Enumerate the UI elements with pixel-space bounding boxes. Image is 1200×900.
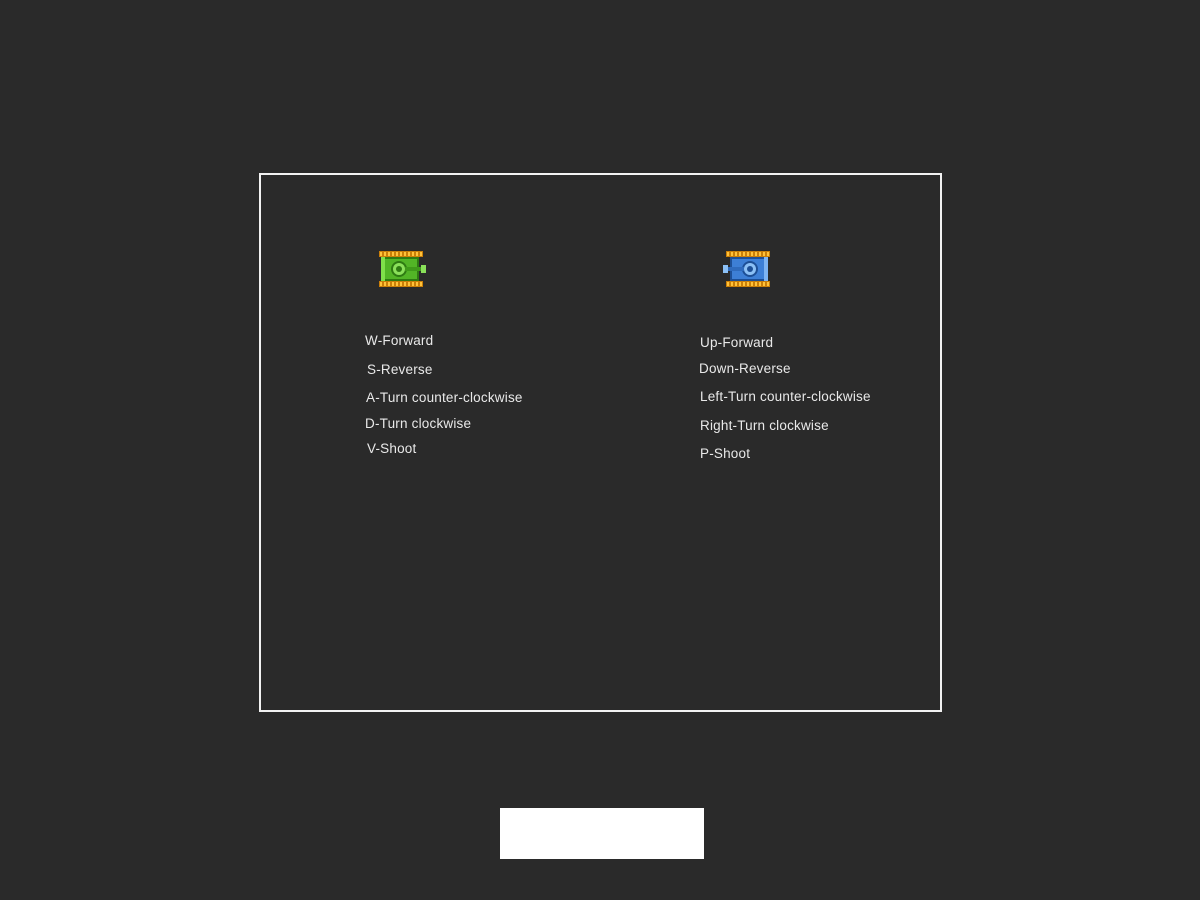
player1-control-reverse: S-Reverse xyxy=(367,362,433,377)
player2-control-shoot: P-Shoot xyxy=(700,446,751,461)
player1-control-forward: W-Forward xyxy=(365,333,434,348)
green-tank-icon xyxy=(377,247,429,291)
player1-control-shoot: V-Shoot xyxy=(367,441,417,456)
player2-control-forward: Up-Forward xyxy=(700,335,774,350)
controls-panel: W-Forward S-Reverse A-Turn counter-clock… xyxy=(259,173,942,712)
controls-screen: W-Forward S-Reverse A-Turn counter-clock… xyxy=(0,0,1200,900)
blue-tank-icon xyxy=(720,247,772,291)
player2-control-turn-cw: Right-Turn clockwise xyxy=(700,418,829,433)
player2-control-turn-ccw: Left-Turn counter-clockwise xyxy=(700,389,871,404)
start-button[interactable] xyxy=(500,808,704,859)
player1-control-turn-ccw: A-Turn counter-clockwise xyxy=(366,390,523,405)
player1-control-turn-cw: D-Turn clockwise xyxy=(365,416,472,431)
player2-control-reverse: Down-Reverse xyxy=(699,361,791,376)
